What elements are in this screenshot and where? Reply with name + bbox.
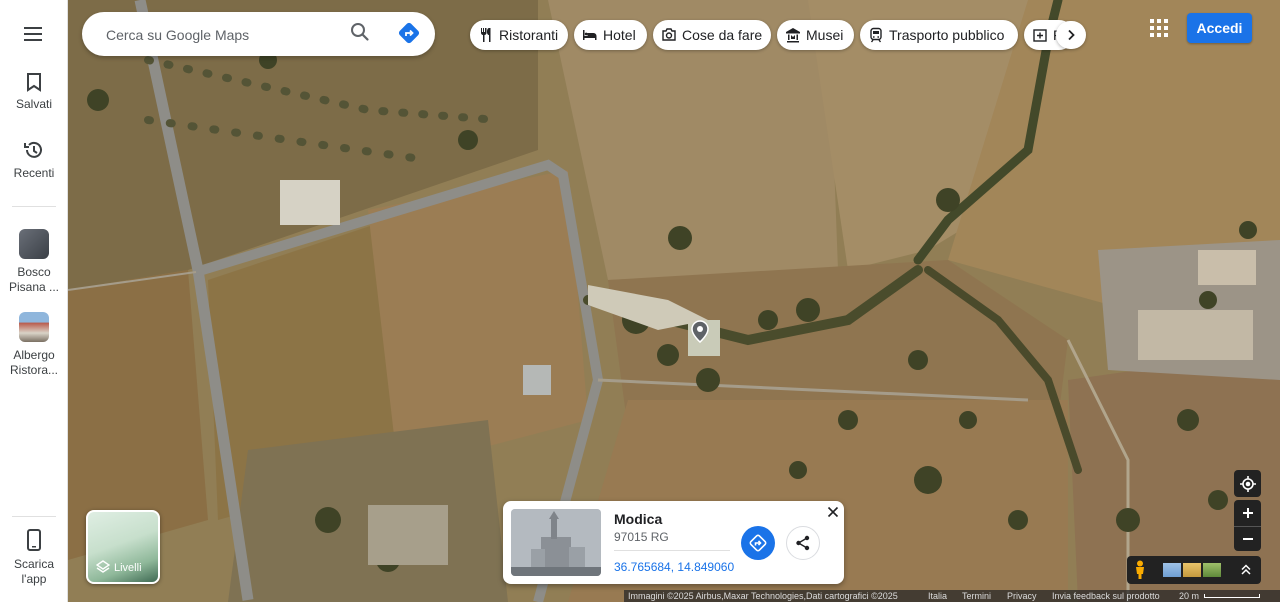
recent-item-bosco[interactable]: Bosco Pisana ... — [0, 229, 68, 295]
directions-icon — [749, 534, 767, 552]
place-photo[interactable] — [511, 509, 601, 576]
menu-button[interactable] — [0, 20, 68, 48]
street-view-bar — [1127, 556, 1261, 584]
minus-icon — [1242, 538, 1253, 540]
chips-next-button[interactable] — [1056, 21, 1086, 49]
sign-in-button[interactable]: Accedi — [1187, 13, 1252, 43]
attribution-bar: Immagini ©2025 Airbus,Maxar Technologies… — [624, 590, 1280, 602]
place-coordinates[interactable]: 36.765684, 14.849060 — [614, 560, 734, 574]
scale-label: 20 m — [1179, 591, 1200, 601]
chip-label: Ristoranti — [499, 27, 559, 43]
rail-divider — [12, 516, 56, 517]
place-card: Modica 97015 RG 36.765684, 14.849060 — [503, 501, 844, 584]
google-apps-icon[interactable] — [1149, 18, 1169, 38]
place-title: Modica — [614, 511, 663, 527]
recent-item-albergo[interactable]: Albergo Ristora... — [0, 312, 68, 378]
terms-link[interactable]: Termini — [962, 590, 991, 602]
bed-icon — [583, 30, 597, 40]
recents-label: Recenti — [13, 166, 55, 180]
directions-icon[interactable] — [396, 20, 422, 46]
recent-item-label: Albergo — [13, 348, 55, 362]
phone-icon — [27, 529, 41, 551]
imagery-thumbnail[interactable] — [1203, 563, 1221, 577]
imagery-attribution: Immagini ©2025 Airbus,Maxar Technologies… — [628, 591, 898, 601]
download-label: Scarica — [13, 557, 54, 571]
layers-label: Livelli — [114, 562, 142, 574]
saved-label: Salvati — [15, 97, 53, 111]
chevron-up-icon[interactable] — [1239, 563, 1253, 577]
recent-item-label: Ristora... — [9, 363, 58, 377]
card-share-button[interactable] — [786, 526, 820, 560]
place-subtitle: 97015 RG — [614, 530, 669, 544]
search-input[interactable] — [104, 12, 338, 58]
train-icon — [870, 27, 882, 43]
download-app-button[interactable]: Scarica l'app — [0, 528, 68, 587]
left-rail: Salvati Recenti Bosco Pisana ... Albergo… — [0, 0, 68, 602]
camera-icon — [662, 28, 676, 41]
saved-button[interactable]: Salvati — [0, 72, 68, 112]
imagery-thumbnail[interactable] — [1183, 563, 1201, 577]
close-icon[interactable] — [825, 504, 841, 520]
chip-label: Trasporto pubblico — [889, 27, 1005, 43]
place-photo-image — [511, 509, 601, 576]
search-icon[interactable] — [348, 20, 372, 44]
layers-button[interactable]: Livelli — [86, 510, 160, 584]
recent-thumbnail — [19, 312, 49, 342]
my-location-button[interactable] — [1234, 470, 1261, 497]
feedback-link[interactable]: Invia feedback sul prodotto — [1052, 590, 1160, 602]
privacy-link[interactable]: Privacy — [1007, 590, 1037, 602]
recent-thumbnail — [19, 229, 49, 259]
chip-museums[interactable]: Musei — [777, 20, 854, 50]
chip-public-transport[interactable]: Trasporto pubblico — [860, 20, 1018, 50]
scale-bar — [1204, 594, 1260, 598]
hamburger-menu-icon — [24, 27, 42, 41]
download-label: l'app — [21, 572, 47, 586]
rail-divider — [12, 206, 56, 207]
chip-things-to-do[interactable]: Cose da fare — [653, 20, 771, 50]
card-directions-button[interactable] — [741, 526, 775, 560]
layers-icon — [96, 560, 110, 573]
card-divider — [614, 550, 730, 551]
chevron-right-icon — [1068, 29, 1075, 41]
plus-icon — [1242, 508, 1253, 518]
fork-knife-icon — [481, 28, 491, 42]
recent-item-label: Pisana ... — [8, 280, 60, 294]
chip-label: Musei — [806, 27, 844, 43]
recents-button[interactable]: Recenti — [0, 139, 68, 181]
recent-item-label: Bosco — [17, 265, 51, 279]
chip-label: Hotel — [603, 27, 636, 43]
share-icon — [796, 535, 810, 551]
zoom-out-button[interactable] — [1234, 526, 1261, 551]
zoom-in-button[interactable] — [1234, 500, 1261, 526]
imagery-thumbnail[interactable] — [1163, 563, 1181, 577]
bookmark-icon — [27, 73, 41, 92]
chip-hotel[interactable]: Hotel — [574, 20, 647, 50]
museum-icon — [786, 28, 800, 43]
country-link[interactable]: Italia — [928, 590, 947, 602]
pharmacy-icon — [1033, 29, 1047, 42]
chip-label: Cose da fare — [682, 27, 763, 43]
pegman-icon[interactable] — [1132, 560, 1148, 580]
history-icon — [24, 141, 42, 158]
search-box — [82, 12, 435, 58]
chip-restaurants[interactable]: Ristoranti — [470, 20, 568, 50]
my-location-icon — [1239, 475, 1256, 492]
